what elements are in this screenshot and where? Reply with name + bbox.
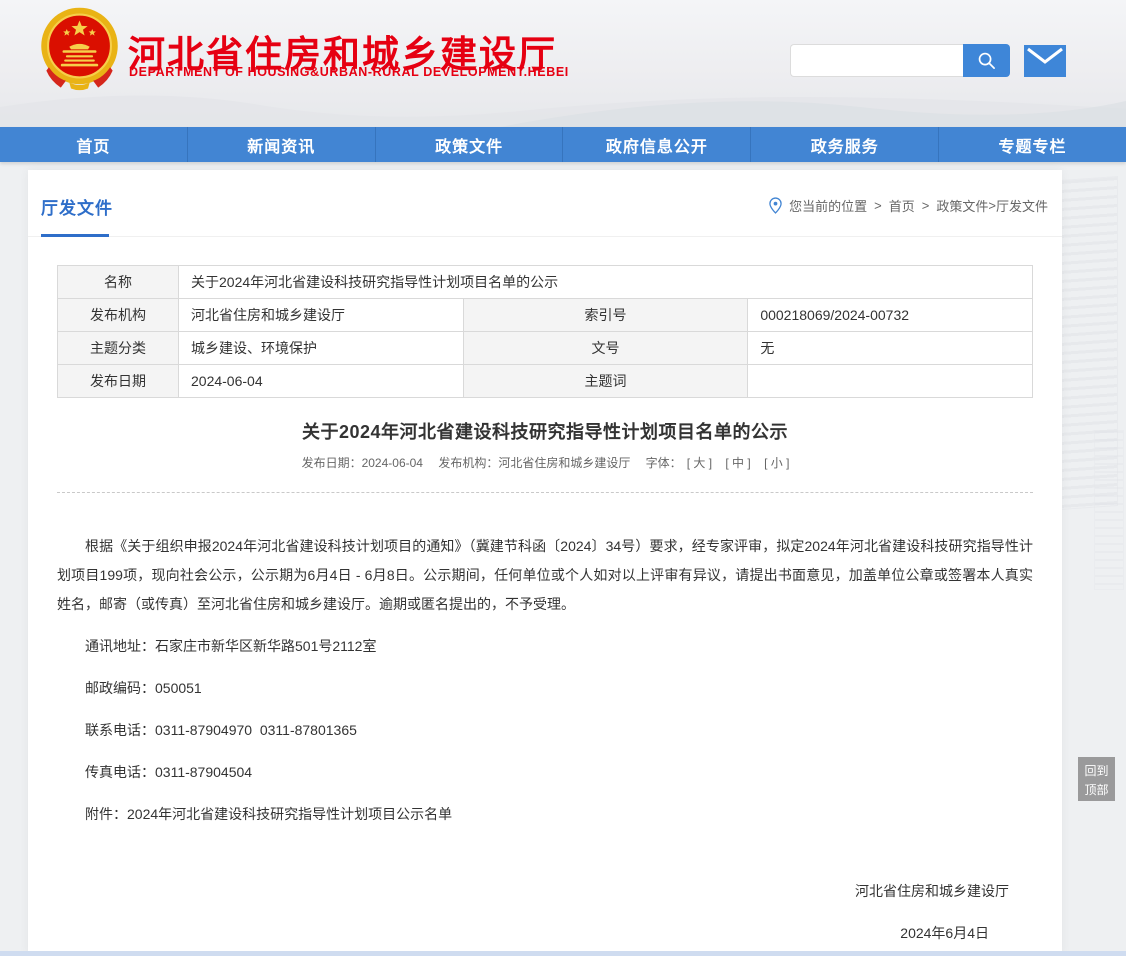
font-size-large-button[interactable]: [ 大 ]	[687, 456, 712, 470]
breadcrumb-current: 厅发文件	[996, 196, 1048, 215]
site-header: 河北省住房和城乡建设厅 DEPARTMENT OF HOUSING&URBAN-…	[0, 0, 1126, 127]
search-button[interactable]	[963, 44, 1010, 77]
content-panel: 厅发文件 您当前的位置 > 首页 > 政策文件 > 厅发文件 名称 关于2024…	[28, 170, 1062, 956]
footer-strip	[0, 951, 1126, 956]
topic-value: 城乡建设、环境保护	[179, 332, 464, 365]
name-label: 名称	[58, 266, 179, 299]
attachment-line: 附件：2024年河北省建设科技研究指导性计划项目公示名单	[57, 800, 1033, 829]
search-icon	[977, 51, 996, 70]
site-subtitle: DEPARTMENT OF HOUSING&URBAN-RURAL DEVELO…	[129, 65, 569, 79]
article-meta-org: 发布机构：河北省住房和城乡建设厅	[438, 456, 630, 470]
contact-address: 通讯地址：石家庄市新华区新华路501号2112室	[57, 632, 1033, 661]
document-info-table: 名称 关于2024年河北省建设科技研究指导性计划项目名单的公示 发布机构 河北省…	[57, 265, 1033, 398]
attachment-label: 附件：	[85, 806, 127, 822]
keyword-value	[748, 365, 1033, 398]
signature-organization: 河北省住房和城乡建设厅	[57, 877, 1033, 906]
date-label: 发布日期	[58, 365, 179, 398]
back-to-top-label-line2: 顶部	[1078, 781, 1115, 800]
article-paragraph: 根据《关于组织申报2024年河北省建设科技计划项目的通知》（冀建节科函〔2024…	[57, 532, 1033, 619]
breadcrumb-policy[interactable]: 政策文件	[936, 196, 988, 215]
mail-button[interactable]	[1024, 45, 1066, 77]
table-row-date-keyword: 发布日期 2024-06-04 主题词	[58, 365, 1033, 398]
nav-item-gov-info[interactable]: 政府信息公开	[563, 127, 751, 162]
contact-fax: 传真电话：0311-87904504	[57, 758, 1033, 787]
table-row-name: 名称 关于2024年河北省建设科技研究指导性计划项目名单的公示	[58, 266, 1033, 299]
breadcrumb: 您当前的位置 > 首页 > 政策文件 > 厅发文件	[769, 196, 1048, 215]
nav-item-special[interactable]: 专题专栏	[939, 127, 1126, 162]
article-title: 关于2024年河北省建设科技研究指导性计划项目名单的公示	[28, 418, 1062, 444]
date-value: 2024-06-04	[179, 365, 464, 398]
location-pin-icon	[769, 197, 782, 214]
search-input[interactable]	[790, 44, 963, 77]
index-label: 索引号	[463, 299, 748, 332]
page-title-underline	[41, 234, 109, 237]
search-bar	[790, 44, 1010, 77]
table-row-org-index: 发布机构 河北省住房和城乡建设厅 索引号 000218069/2024-0073…	[58, 299, 1033, 332]
building-sketch-decoration-small	[1094, 430, 1124, 590]
breadcrumb-location-label: 您当前的位置	[789, 196, 867, 215]
contact-phone: 联系电话：0311-87904970 0311-87801365	[57, 716, 1033, 745]
nav-item-home[interactable]: 首页	[0, 127, 188, 162]
article-meta: 发布日期：2024-06-04 发布机构：河北省住房和城乡建设厅 字体： [ 大 …	[28, 454, 1062, 471]
back-to-top-button[interactable]: 回到 顶部	[1078, 757, 1115, 801]
docnum-label: 文号	[463, 332, 748, 365]
page: 河北省住房和城乡建设厅 DEPARTMENT OF HOUSING&URBAN-…	[0, 0, 1126, 956]
font-size-small-button[interactable]: [ 小 ]	[764, 456, 789, 470]
back-to-top-label-line1: 回到	[1078, 762, 1115, 781]
meta-divider	[57, 492, 1033, 493]
contact-postcode: 邮政编码：050051	[57, 674, 1033, 703]
name-value: 关于2024年河北省建设科技研究指导性计划项目名单的公示	[179, 266, 1033, 299]
org-value: 河北省住房和城乡建设厅	[179, 299, 464, 332]
nav-item-services[interactable]: 政务服务	[751, 127, 939, 162]
article-meta-font-label: 字体：	[646, 456, 682, 470]
nav-item-news[interactable]: 新闻资讯	[188, 127, 376, 162]
breadcrumb-separator: >	[922, 198, 930, 213]
breadcrumb-separator: >	[988, 198, 996, 213]
national-emblem-logo	[37, 6, 122, 91]
docnum-value: 无	[748, 332, 1033, 365]
table-row-topic-docnum: 主题分类 城乡建设、环境保护 文号 无	[58, 332, 1033, 365]
topic-label: 主题分类	[58, 332, 179, 365]
breadcrumb-separator: >	[874, 198, 882, 213]
attachment-link[interactable]: 2024年河北省建设科技研究指导性计划项目公示名单	[127, 806, 452, 822]
org-label: 发布机构	[58, 299, 179, 332]
mail-icon	[1024, 45, 1066, 77]
font-size-medium-button[interactable]: [ 中 ]	[725, 456, 750, 470]
breadcrumb-home[interactable]: 首页	[889, 196, 915, 215]
page-title: 厅发文件	[41, 194, 113, 219]
signature-date: 2024年6月4日	[57, 919, 1033, 948]
keyword-label: 主题词	[463, 365, 748, 398]
index-value: 000218069/2024-00732	[748, 299, 1033, 332]
article-meta-date: 发布日期：2024-06-04	[302, 456, 423, 470]
main-nav: 首页 新闻资讯 政策文件 政府信息公开 政务服务 专题专栏	[0, 127, 1126, 162]
breadcrumb-row: 厅发文件 您当前的位置 > 首页 > 政策文件 > 厅发文件	[28, 170, 1062, 237]
nav-item-policy[interactable]: 政策文件	[376, 127, 564, 162]
article-body: 根据《关于组织申报2024年河北省建设科技计划项目的通知》（冀建节科函〔2024…	[57, 532, 1033, 948]
